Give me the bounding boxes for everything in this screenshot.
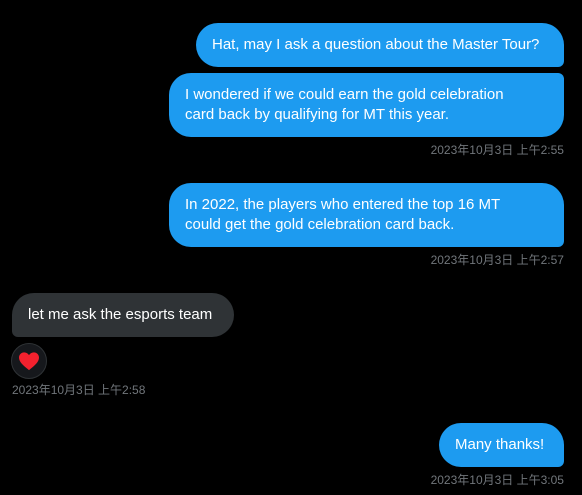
- message-text-line: could get the gold celebration card back…: [185, 216, 455, 233]
- sent-message[interactable]: Many thanks!: [439, 423, 564, 467]
- message-text-line: card back by qualifying for MT this year…: [185, 106, 450, 123]
- message-timestamp: 2023年10月3日 上午2:55: [430, 143, 564, 157]
- message-text: Hat, may I ask a question about the Mast…: [212, 36, 540, 53]
- sent-message[interactable]: In 2022, the players who entered the top…: [169, 183, 564, 247]
- sent-message[interactable]: I wondered if we could earn the gold cel…: [169, 73, 564, 137]
- conversation-thread: Hat, may I ask a question about the Mast…: [0, 0, 582, 495]
- message-reaction[interactable]: [11, 343, 47, 379]
- received-message[interactable]: let me ask the esports team: [12, 293, 234, 337]
- heart-icon: [19, 352, 39, 371]
- message-timestamp: 2023年10月3日 上午3:05: [430, 473, 564, 487]
- message-text: let me ask the esports team: [28, 306, 213, 323]
- sent-message[interactable]: Hat, may I ask a question about the Mast…: [196, 23, 564, 67]
- message-timestamp: 2023年10月3日 上午2:58: [12, 383, 146, 397]
- message-text-line: In 2022, the players who entered the top…: [185, 196, 501, 213]
- message-text: Many thanks!: [455, 436, 545, 453]
- message-text-line: I wondered if we could earn the gold cel…: [185, 86, 504, 103]
- message-timestamp: 2023年10月3日 上午2:57: [430, 253, 564, 267]
